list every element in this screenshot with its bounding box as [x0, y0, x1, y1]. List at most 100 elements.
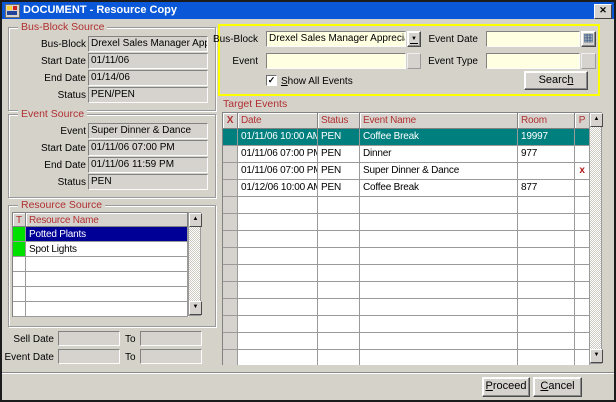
- scroll-down-icon[interactable]: ▼: [189, 301, 202, 315]
- empty-cell: [575, 231, 590, 248]
- resource-row[interactable]: [13, 287, 189, 302]
- event-date-to-field[interactable]: [140, 349, 202, 364]
- target-event-row[interactable]: 01/11/06 07:00 PM PEN Dinner 977: [223, 146, 590, 163]
- col-header-p: P: [575, 113, 590, 129]
- col-header-status: Status: [318, 113, 360, 129]
- empty-cell: [26, 302, 188, 317]
- target-events-scrollbar[interactable]: ▲ ▼: [589, 112, 602, 364]
- empty-cell: [238, 231, 318, 248]
- target-event-row[interactable]: 01/11/06 07:00 PM PEN Super Dinner & Dan…: [223, 163, 590, 180]
- resource-row[interactable]: [13, 272, 189, 287]
- col-header-x: X: [223, 113, 238, 129]
- empty-cell: [318, 248, 360, 265]
- search-button[interactable]: Search: [524, 71, 588, 90]
- event-name-cell: Super Dinner & Dance: [360, 163, 518, 180]
- empty-cell: [238, 265, 318, 282]
- resource-indicator-cell: [13, 242, 26, 257]
- search-event-date-label: Event Date: [418, 34, 478, 45]
- target-event-row[interactable]: [223, 214, 590, 231]
- event-date-calendar-button[interactable]: ▦: [581, 31, 596, 47]
- sell-date-from-field[interactable]: [58, 331, 120, 346]
- search-event-field[interactable]: [266, 53, 406, 69]
- target-event-row[interactable]: 01/11/06 10:00 AM PEN Coffee Break 19997: [223, 129, 590, 146]
- scroll-up-icon[interactable]: ▲: [590, 113, 603, 127]
- search-bus-block-label: Bus-Block: [198, 34, 258, 45]
- scroll-up-icon[interactable]: ▲: [189, 213, 202, 227]
- col-header-event-name: Event Name: [360, 113, 518, 129]
- target-events-table: X Date Status Event Name Room P 01/11/06…: [222, 112, 590, 365]
- status-cell: PEN: [318, 129, 360, 146]
- source-end-date-label: End Date: [4, 73, 86, 84]
- titlebar[interactable]: DOCUMENT - Resource Copy ✕: [2, 2, 614, 19]
- resource-row[interactable]: [13, 302, 189, 317]
- date-cell: 01/12/06 10:00 AM: [238, 180, 318, 197]
- target-table-header: X Date Status Event Name Room P: [223, 113, 590, 129]
- status-cell: PEN: [318, 163, 360, 180]
- p-cell: [575, 180, 590, 197]
- target-event-row[interactable]: [223, 197, 590, 214]
- target-event-row[interactable]: [223, 299, 590, 316]
- empty-cell: [360, 299, 518, 316]
- empty-cell: [238, 350, 318, 365]
- show-all-events-checkbox[interactable]: ✓: [266, 75, 277, 86]
- resource-table-header: T Resource Name: [13, 213, 189, 227]
- empty-cell: [223, 231, 238, 248]
- row-select-cell: [223, 129, 238, 146]
- event-source-start-date-field: 01/11/06 07:00 PM: [88, 140, 208, 156]
- empty-cell: [575, 214, 590, 231]
- target-event-row[interactable]: [223, 265, 590, 282]
- event-source-end-date-field: 01/11/06 11:59 PM: [88, 157, 208, 173]
- resource-scrollbar[interactable]: ▲ ▼: [188, 212, 201, 316]
- close-icon: ✕: [599, 5, 607, 15]
- resource-row[interactable]: [13, 257, 189, 272]
- resource-row[interactable]: Spot Lights: [13, 242, 189, 257]
- resource-table: T Resource Name Potted Plants Spot Light…: [12, 212, 189, 317]
- empty-cell: [518, 316, 575, 333]
- empty-cell: [575, 282, 590, 299]
- room-cell: 877: [518, 180, 575, 197]
- target-event-row[interactable]: [223, 282, 590, 299]
- empty-cell: [238, 299, 318, 316]
- empty-cell: [223, 316, 238, 333]
- target-event-row[interactable]: [223, 350, 590, 365]
- event-source-event-field: Super Dinner & Dance: [88, 123, 208, 139]
- search-bus-block-combo[interactable]: Drexel Sales Manager Appreciati: [266, 31, 406, 47]
- resource-copy-window: DOCUMENT - Resource Copy ✕ Bus-Block Sou…: [0, 0, 616, 402]
- scroll-down-icon[interactable]: ▼: [590, 349, 603, 363]
- event-source-status-field: PEN: [88, 174, 208, 190]
- source-start-date-field: 01/11/06: [88, 53, 208, 69]
- target-event-row[interactable]: 01/12/06 10:00 AM PEN Coffee Break 877: [223, 180, 590, 197]
- target-event-row[interactable]: [223, 248, 590, 265]
- empty-cell: [518, 214, 575, 231]
- col-header-resource-name: Resource Name: [26, 213, 188, 227]
- target-event-row[interactable]: [223, 333, 590, 350]
- event-date-to-label: To: [125, 352, 139, 363]
- empty-cell: [518, 265, 575, 282]
- proceed-button[interactable]: Proceed: [482, 377, 530, 397]
- status-cell: PEN: [318, 146, 360, 163]
- sell-date-to-field[interactable]: [140, 331, 202, 346]
- row-select-cell: [223, 180, 238, 197]
- resource-row[interactable]: Potted Plants: [13, 227, 189, 242]
- empty-cell: [360, 231, 518, 248]
- resource-indicator-cell: [13, 227, 26, 242]
- search-event-date-field[interactable]: [486, 31, 580, 47]
- event-date-from-field[interactable]: [58, 349, 120, 364]
- empty-cell: [26, 287, 188, 302]
- empty-cell: [518, 197, 575, 214]
- event-type-lov-button[interactable]: [581, 53, 596, 69]
- search-event-type-field[interactable]: [486, 53, 580, 69]
- source-bus-block-field: Drexel Sales Manager Appr: [88, 36, 208, 52]
- empty-cell: [318, 316, 360, 333]
- cancel-button[interactable]: Cancel: [533, 377, 582, 397]
- footer-separator: [2, 372, 614, 374]
- p-flag-cell: x: [575, 163, 590, 180]
- source-bus-block-label: Bus-Block: [4, 39, 86, 50]
- target-event-row[interactable]: [223, 231, 590, 248]
- close-button[interactable]: ✕: [594, 4, 612, 19]
- empty-cell: [318, 299, 360, 316]
- empty-cell: [318, 265, 360, 282]
- target-event-row[interactable]: [223, 316, 590, 333]
- empty-cell: [13, 287, 26, 302]
- empty-cell: [575, 248, 590, 265]
